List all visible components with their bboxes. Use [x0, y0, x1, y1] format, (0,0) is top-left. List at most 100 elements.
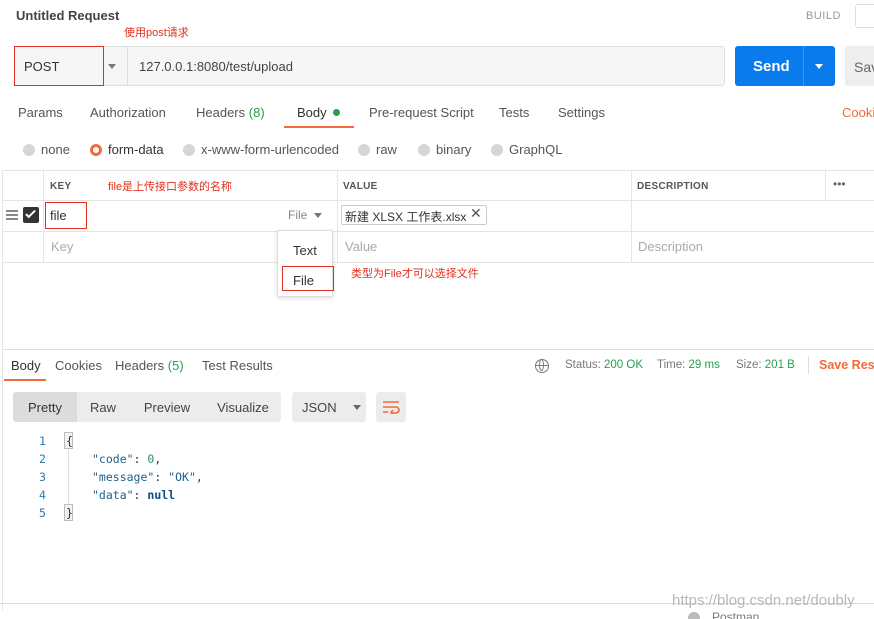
col-divider	[337, 170, 338, 262]
status-value: 200 OK	[604, 359, 644, 371]
tab-settings[interactable]: Settings	[558, 105, 605, 120]
table-top-border	[2, 170, 874, 171]
annotation-key: file是上传接口参数的名称	[108, 181, 233, 193]
body-active-dot-icon	[333, 109, 341, 116]
chevron-down-icon	[108, 64, 116, 69]
col-divider	[631, 170, 632, 262]
view-visualize[interactable]: Visualize	[205, 392, 281, 422]
drag-handle-icon[interactable]	[6, 210, 18, 220]
code-line-2: "code": 0,	[92, 452, 162, 466]
mode-graphql[interactable]: GraphQL	[491, 142, 562, 157]
time-value: 29 ms	[688, 359, 720, 371]
annotation-file: 类型为File才可以选择文件	[351, 268, 479, 280]
new-description-input[interactable]: Description	[638, 239, 703, 254]
col-divider	[825, 170, 826, 200]
mode-urlencoded-label: x-www-form-urlencoded	[201, 142, 339, 157]
table-row-border	[2, 231, 874, 232]
tab-headers[interactable]: Headers (8)	[196, 105, 265, 120]
save-response-button[interactable]: Save Resp	[819, 358, 874, 372]
resp-tab-test-results[interactable]: Test Results	[202, 358, 273, 373]
col-key-header: KEY	[50, 181, 72, 192]
csdn-watermark: https://blog.csdn.net/doubly	[672, 592, 855, 609]
resp-tab-body-underline	[4, 379, 46, 381]
new-key-input[interactable]: Key	[51, 239, 73, 254]
url-input[interactable]: 127.0.0.1:8080/test/upload	[139, 59, 293, 74]
mode-none[interactable]: none	[23, 142, 70, 157]
mode-binary-label: binary	[436, 142, 472, 157]
col-divider	[43, 170, 44, 262]
mode-binary[interactable]: binary	[418, 142, 471, 157]
row-enabled-checkbox[interactable]	[23, 207, 39, 223]
json-number: 0	[147, 452, 155, 466]
file-option-highlight	[282, 266, 334, 291]
edit-icon[interactable]	[855, 4, 874, 28]
row-type-label: File	[288, 208, 308, 222]
row-type-select[interactable]: File	[288, 208, 322, 222]
mode-none-label: none	[41, 142, 70, 157]
code-indent-guide	[68, 450, 69, 504]
save-button[interactable]: Sav	[845, 46, 874, 86]
tab-body-underline	[284, 126, 354, 128]
mode-raw-label: raw	[376, 142, 397, 157]
globe-icon[interactable]	[535, 359, 549, 373]
check-icon	[25, 207, 36, 219]
json-key: "message"	[92, 470, 155, 484]
type-option-text[interactable]: Text	[293, 243, 317, 258]
tab-tests[interactable]: Tests	[499, 105, 529, 120]
chevron-down-icon	[313, 213, 322, 218]
radio-icon	[23, 143, 35, 156]
tab-pre-request-script[interactable]: Pre-request Script	[369, 105, 474, 120]
status-label: Status:	[565, 359, 601, 371]
request-title: Untitled Request	[16, 8, 120, 23]
radio-selected-icon	[90, 143, 102, 156]
radio-icon	[183, 143, 195, 156]
table-bottom-border	[2, 262, 874, 263]
radio-icon	[491, 143, 503, 156]
build-label[interactable]: BUILD	[806, 10, 841, 22]
line-number: 4	[39, 488, 46, 502]
resp-tab-headers-label: Headers	[115, 358, 165, 373]
chevron-down-icon	[352, 404, 361, 410]
tab-authorization[interactable]: Authorization	[90, 105, 166, 120]
method-highlight	[14, 46, 104, 86]
radio-icon	[418, 143, 430, 156]
code-line-3: "message": "OK",	[92, 470, 203, 484]
resp-divider	[808, 356, 809, 374]
format-select[interactable]: JSON	[292, 392, 366, 422]
json-key: "code"	[92, 452, 134, 466]
send-button[interactable]: Send	[735, 46, 835, 86]
json-key: "data"	[92, 488, 134, 502]
code-line-4: "data": null	[92, 488, 176, 502]
tab-body[interactable]: Body	[297, 105, 341, 120]
line-number: 3	[39, 470, 46, 484]
tab-headers-label: Headers	[196, 105, 246, 120]
view-raw[interactable]: Raw	[77, 392, 129, 422]
mode-raw[interactable]: raw	[358, 142, 397, 157]
view-pretty[interactable]: Pretty	[13, 392, 77, 422]
cookies-link[interactable]: Cooki	[842, 105, 874, 120]
remove-file-icon[interactable]: ✕	[470, 205, 482, 222]
tab-params[interactable]: Params	[18, 105, 63, 120]
col-description-header: DESCRIPTION	[637, 181, 709, 192]
view-preview[interactable]: Preview	[129, 392, 205, 422]
col-value-header: VALUE	[343, 181, 378, 192]
resp-tab-body[interactable]: Body	[11, 358, 41, 373]
line-number: 2	[39, 452, 46, 466]
time-label: Time:	[657, 359, 686, 371]
panel-left-border	[2, 170, 3, 610]
wrap-lines-button[interactable]	[376, 392, 406, 422]
code-line-1: {	[66, 434, 73, 448]
size-value: 201 B	[764, 359, 795, 371]
mode-urlencoded[interactable]: x-www-form-urlencoded	[183, 142, 339, 157]
resp-tab-headers[interactable]: Headers (5)	[115, 358, 184, 373]
more-options-icon[interactable]: •••	[833, 177, 846, 191]
send-options-chevron-icon[interactable]	[815, 64, 823, 69]
file-chip[interactable]: 新建 XLSX 工作表.xlsx ✕	[341, 205, 487, 225]
mode-graphql-label: GraphQL	[509, 142, 563, 157]
code-line-5: }	[66, 506, 73, 520]
resp-tab-cookies[interactable]: Cookies	[55, 358, 102, 373]
annotation-post: 使用post请求	[124, 27, 189, 39]
new-value-input[interactable]: Value	[345, 239, 377, 254]
size-readout: Size: 201 B	[736, 359, 795, 371]
mode-form-data[interactable]: form-data	[90, 142, 164, 157]
